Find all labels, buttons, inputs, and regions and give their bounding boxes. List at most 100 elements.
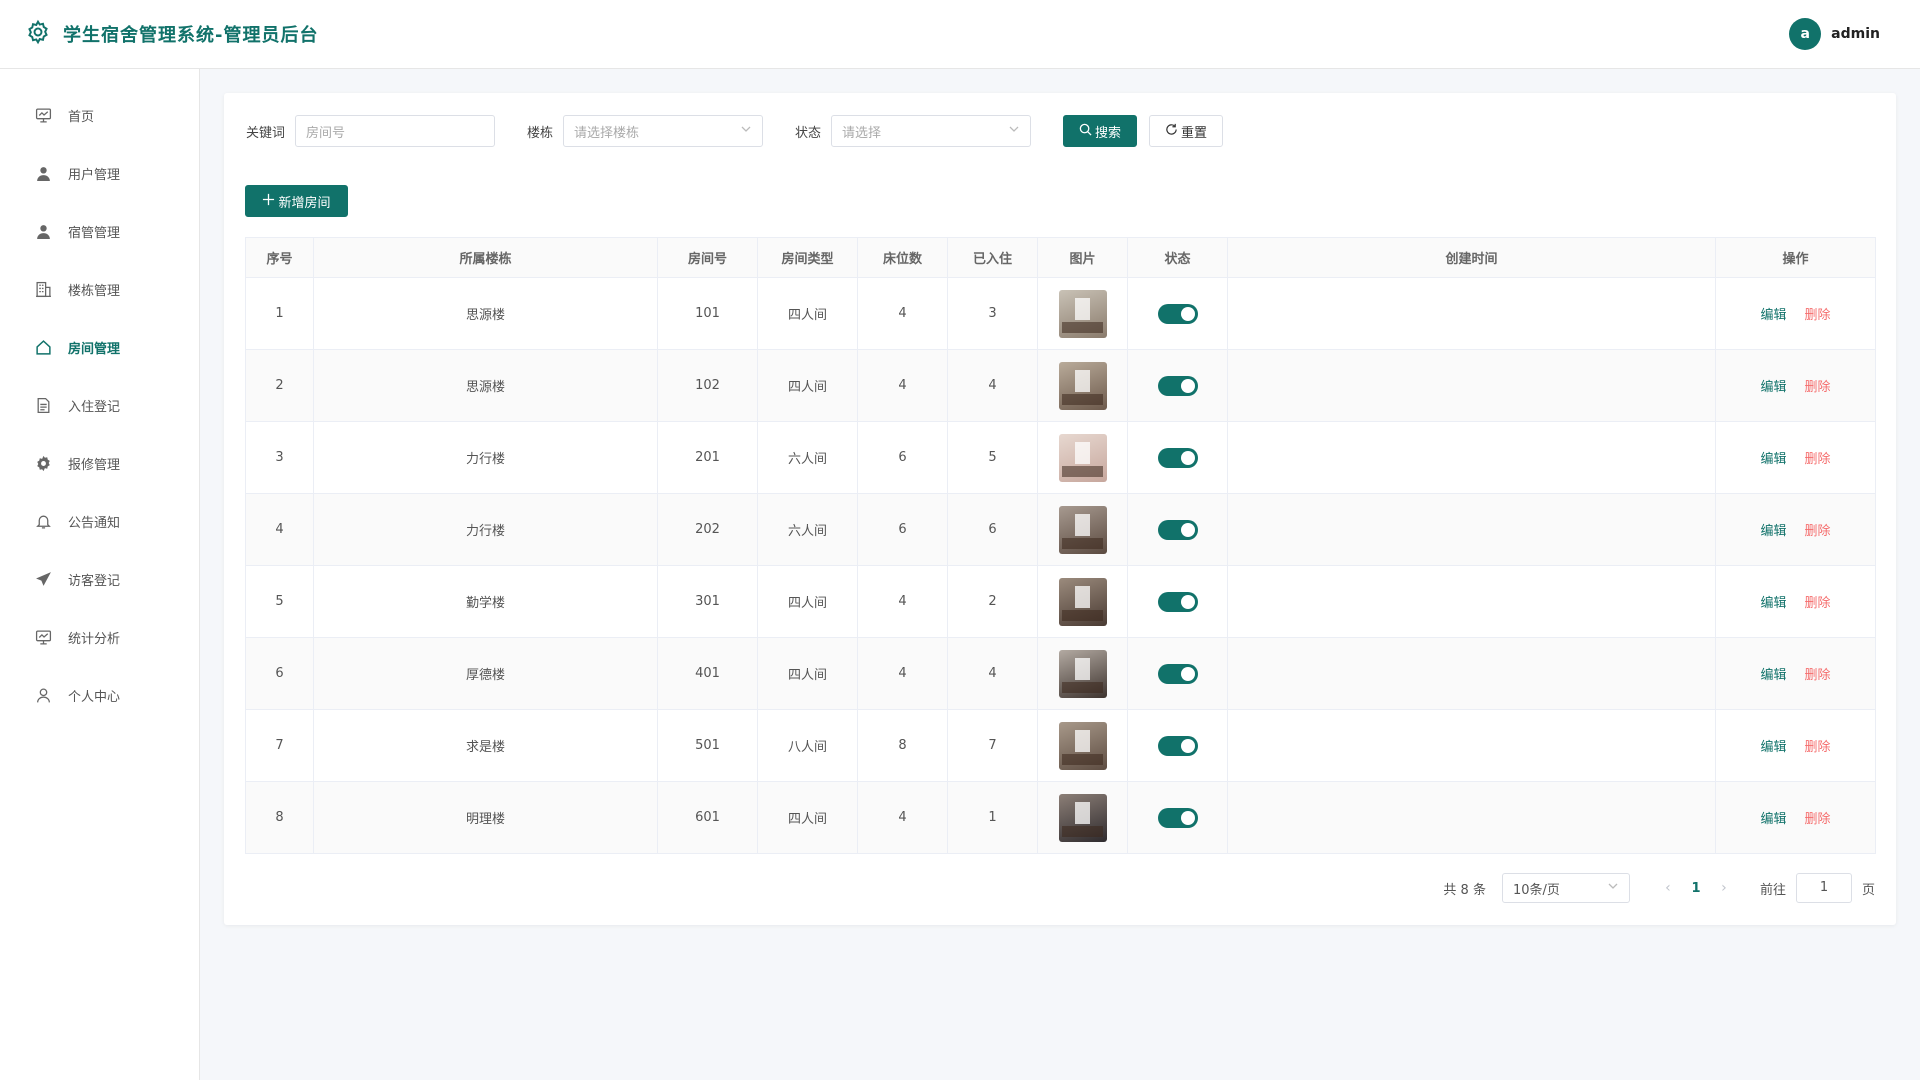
delete-button[interactable]: 删除 [1805, 592, 1831, 611]
row-actions: 编辑 删除 [1760, 520, 1830, 539]
table-row: 6 厚德楼 401 四人间 4 4 编辑 删除 [245, 637, 1876, 710]
table-header-row: 序号 所属楼栋 房间号 房间类型 床位数 已入住 图片 状态 创建时间 操作 [245, 237, 1876, 278]
sidebar-item-0[interactable]: 首页 [0, 86, 199, 144]
cell-index: 8 [245, 781, 314, 854]
building-select[interactable]: 请选择楼栋 [563, 115, 764, 147]
cell-beds: 6 [857, 493, 948, 566]
edit-button[interactable]: 编辑 [1760, 592, 1786, 611]
add-room-button-label: 新增房间 [278, 195, 331, 211]
delete-button[interactable]: 删除 [1805, 808, 1831, 827]
status-label: 状态 [795, 125, 822, 141]
room-thumbnail[interactable] [1058, 649, 1107, 698]
sidebar-item-9[interactable]: 统计分析 [0, 608, 199, 666]
cell-created-time [1227, 781, 1716, 854]
edit-button[interactable]: 编辑 [1760, 520, 1786, 539]
delete-button[interactable]: 删除 [1805, 664, 1831, 683]
row-actions: 编辑 删除 [1760, 376, 1830, 395]
status-toggle[interactable] [1157, 735, 1198, 756]
username[interactable]: admin [1831, 26, 1880, 42]
page-size-select[interactable]: 10条/页 [1501, 873, 1630, 903]
delete-button[interactable]: 删除 [1805, 448, 1831, 467]
edit-button[interactable]: 编辑 [1760, 376, 1786, 395]
table-row: 2 思源楼 102 四人间 4 4 编辑 删除 [245, 349, 1876, 422]
room-thumbnail[interactable] [1058, 505, 1107, 554]
status-toggle[interactable] [1157, 519, 1198, 540]
cell-actions: 编辑 删除 [1715, 349, 1876, 422]
edit-button[interactable]: 编辑 [1760, 664, 1786, 683]
cell-room-number: 201 [657, 421, 758, 494]
add-room-button[interactable]: 新增房间 [245, 185, 348, 217]
keyword-input[interactable]: 房间号 [295, 115, 496, 147]
reset-button[interactable]: 重置 [1149, 115, 1224, 147]
column-header: 所属楼栋 [313, 237, 658, 278]
edit-button[interactable]: 编辑 [1760, 808, 1786, 827]
sidebar-item-6[interactable]: 报修管理 [0, 434, 199, 492]
building-label: 楼栋 [527, 125, 554, 141]
status-toggle[interactable] [1157, 447, 1198, 468]
edit-button[interactable]: 编辑 [1760, 448, 1786, 467]
room-thumbnail[interactable] [1058, 577, 1107, 626]
status-toggle[interactable] [1157, 807, 1198, 828]
sidebar-item-8[interactable]: 访客登记 [0, 550, 199, 608]
delete-button[interactable]: 删除 [1805, 304, 1831, 323]
edit-button[interactable]: 编辑 [1760, 304, 1786, 323]
pagination: 共 8 条 10条/页 ‹ 1 › 前往 1 页 [1443, 873, 1875, 903]
app-title: 学生宿舍管理系统-管理员后台 [63, 25, 319, 46]
cell-beds: 4 [857, 637, 948, 710]
page-suffix: 页 [1861, 882, 1875, 898]
delete-button[interactable]: 删除 [1805, 736, 1831, 755]
chart-icon [35, 629, 52, 646]
gear-icon [25, 19, 51, 49]
status-toggle[interactable] [1157, 663, 1198, 684]
sidebar-item-7[interactable]: 公告通知 [0, 492, 199, 550]
page-number[interactable]: 1 [1680, 881, 1712, 896]
cell-occupied: 7 [947, 709, 1038, 782]
search-button[interactable]: 搜索 [1063, 115, 1138, 147]
status-toggle[interactable] [1157, 303, 1198, 324]
status-toggle[interactable] [1157, 375, 1198, 396]
cell-room-type: 六人间 [757, 421, 858, 494]
search-icon [1079, 123, 1092, 140]
room-thumbnail[interactable] [1058, 361, 1107, 410]
cell-building: 力行楼 [313, 421, 658, 494]
room-thumbnail[interactable] [1058, 289, 1107, 338]
room-thumbnail[interactable] [1058, 433, 1107, 482]
sidebar-item-2[interactable]: 宿管管理 [0, 202, 199, 260]
keyword-placeholder: 房间号 [306, 125, 346, 141]
delete-button[interactable]: 删除 [1805, 520, 1831, 539]
delete-button[interactable]: 删除 [1805, 376, 1831, 395]
room-thumbnail[interactable] [1058, 793, 1107, 842]
chevron-down-icon [1008, 123, 1020, 139]
cell-occupied: 5 [947, 421, 1038, 494]
person-outline-icon [35, 687, 52, 704]
cell-created-time [1227, 493, 1716, 566]
user-menu[interactable]: a admin [1789, 18, 1880, 50]
avatar[interactable]: a [1789, 18, 1822, 50]
cell-created-time [1227, 349, 1716, 422]
cell-occupied: 6 [947, 493, 1038, 566]
cell-actions: 编辑 删除 [1715, 421, 1876, 494]
cell-actions: 编辑 删除 [1715, 493, 1876, 566]
cell-created-time [1227, 421, 1716, 494]
sidebar-item-label: 个人中心 [68, 689, 121, 705]
sidebar-item-10[interactable]: 个人中心 [0, 666, 199, 724]
cell-index: 1 [245, 277, 314, 350]
bell-icon [35, 513, 52, 530]
prev-page-button[interactable]: ‹ [1656, 880, 1680, 896]
cell-status [1127, 781, 1228, 854]
status-toggle[interactable] [1157, 591, 1198, 612]
next-page-button[interactable]: › [1712, 880, 1736, 896]
goto-page-input[interactable]: 1 [1795, 873, 1852, 903]
sidebar-item-4[interactable]: 房间管理 [0, 318, 199, 376]
edit-button[interactable]: 编辑 [1760, 736, 1786, 755]
sidebar-item-3[interactable]: 楼栋管理 [0, 260, 199, 318]
sidebar-item-5[interactable]: 入住登记 [0, 376, 199, 434]
room-thumbnail[interactable] [1058, 721, 1107, 770]
cell-room-type: 四人间 [757, 349, 858, 422]
cell-status [1127, 349, 1228, 422]
sidebar-item-1[interactable]: 用户管理 [0, 144, 199, 202]
cell-room-type: 四人间 [757, 277, 858, 350]
row-actions: 编辑 删除 [1760, 664, 1830, 683]
cell-status [1127, 421, 1228, 494]
status-select[interactable]: 请选择 [831, 115, 1032, 147]
